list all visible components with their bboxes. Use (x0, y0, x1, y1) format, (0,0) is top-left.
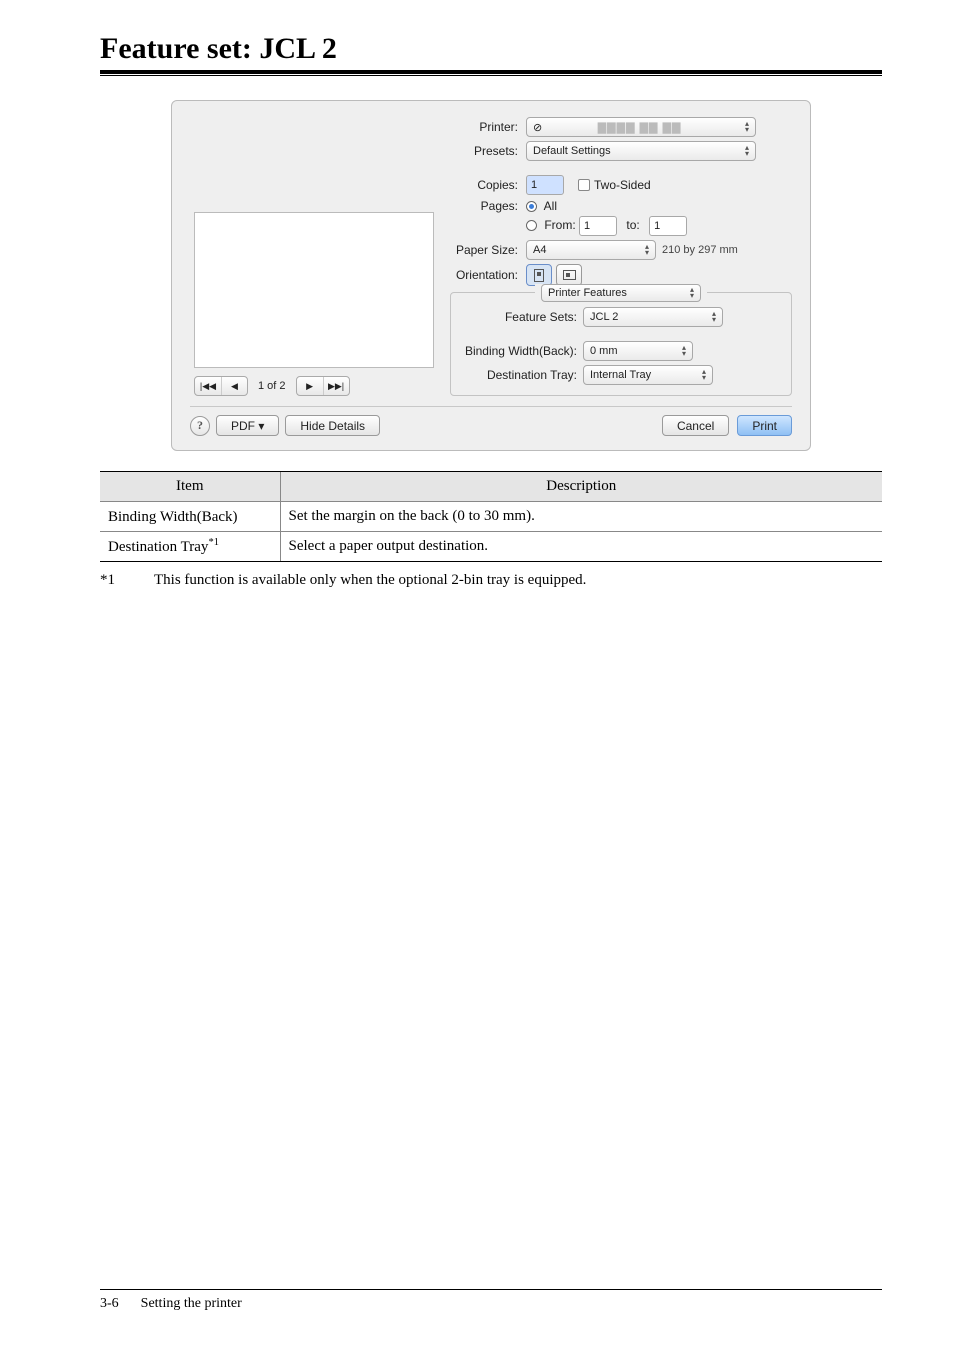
copies-input[interactable]: 1 (526, 175, 564, 195)
footnote: *1 This function is available only when … (100, 572, 882, 589)
pages-all-label: All (544, 199, 557, 213)
pdf-button[interactable]: PDF ▾ (216, 415, 279, 436)
feature-sets-value: JCL 2 (590, 311, 618, 323)
paper-size-select[interactable]: A4 ▴▾ (526, 240, 656, 260)
print-preview (194, 212, 434, 368)
presets-value: Default Settings (533, 145, 611, 157)
orientation-label: Orientation: (450, 268, 526, 282)
table-row: Destination Tray*1 Select a paper output… (100, 532, 882, 562)
to-label: to: (626, 218, 639, 232)
table-item: Binding Width(Back) (108, 509, 238, 525)
table-item-sup: *1 (208, 537, 219, 548)
footer-section: Setting the printer (141, 1296, 242, 1312)
paper-dimensions: 210 by 297 mm (662, 244, 738, 256)
first-page-button[interactable]: |◀◀ (195, 377, 221, 395)
table-header-item: Item (100, 472, 280, 502)
chevron-updown-icon: ▴▾ (682, 345, 686, 357)
last-page-button[interactable]: ▶▶| (323, 377, 349, 395)
chevron-updown-icon: ▴▾ (690, 287, 694, 299)
from-input[interactable]: 1 (579, 216, 617, 236)
orientation-portrait-button[interactable] (526, 264, 552, 286)
cancel-button[interactable]: Cancel (662, 415, 729, 436)
help-button[interactable]: ? (190, 416, 210, 436)
from-label: From: (544, 218, 575, 232)
binding-width-label: Binding Width(Back): (463, 344, 583, 358)
destination-tray-select[interactable]: Internal Tray ▴▾ (583, 365, 713, 385)
pager-text: 1 of 2 (258, 380, 286, 392)
copies-label: Copies: (450, 178, 526, 192)
paper-size-value: A4 (533, 244, 546, 256)
landscape-icon (563, 270, 576, 280)
feature-sets-label: Feature Sets: (463, 310, 583, 324)
hide-details-button[interactable]: Hide Details (285, 415, 380, 436)
printer-label: Printer: (450, 120, 526, 134)
section-select[interactable]: Printer Features ▴▾ (541, 284, 701, 302)
binding-width-select[interactable]: 0 mm ▴▾ (583, 341, 693, 361)
table-desc: Select a paper output destination. (280, 532, 882, 562)
paper-size-label: Paper Size: (450, 243, 526, 257)
page-title: Feature set: JCL 2 (100, 32, 882, 66)
footnote-text: This function is available only when the… (154, 572, 586, 589)
table-desc: Set the margin on the back (0 to 30 mm). (280, 502, 882, 532)
printer-value: ⊘ (533, 121, 542, 134)
preview-pager: |◀◀ ◀ 1 of 2 ▶ ▶▶| (194, 376, 450, 396)
footnote-mark: *1 (100, 572, 130, 589)
table-item: Destination Tray (108, 539, 208, 555)
destination-tray-label: Destination Tray: (463, 368, 583, 382)
destination-tray-value: Internal Tray (590, 369, 651, 381)
printer-features-section: Printer Features ▴▾ Feature Sets: JCL 2 … (450, 292, 792, 396)
table-row: Binding Width(Back) Set the margin on th… (100, 502, 882, 532)
two-sided-checkbox[interactable] (578, 179, 590, 191)
print-dialog: |◀◀ ◀ 1 of 2 ▶ ▶▶| Printer: ⊘ ▇▇▇▇ ▇▇ ▇▇… (171, 100, 811, 451)
printer-select[interactable]: ⊘ ▇▇▇▇ ▇▇ ▇▇ ▴▾ (526, 117, 756, 137)
table-header-desc: Description (280, 472, 882, 502)
chevron-updown-icon: ▴▾ (702, 369, 706, 381)
dialog-separator (190, 406, 792, 407)
binding-width-value: 0 mm (590, 345, 618, 357)
orientation-landscape-button[interactable] (556, 264, 582, 286)
section-value: Printer Features (548, 287, 627, 299)
feature-sets-select[interactable]: JCL 2 ▴▾ (583, 307, 723, 327)
page-footer: 3-6 Setting the printer (100, 1289, 882, 1312)
chevron-updown-icon: ▴▾ (745, 145, 749, 157)
chevron-updown-icon: ▴▾ (712, 311, 716, 323)
pages-range-radio[interactable] (526, 220, 537, 231)
presets-select[interactable]: Default Settings ▴▾ (526, 141, 756, 161)
pages-all-radio[interactable] (526, 201, 537, 212)
portrait-icon (534, 269, 544, 282)
pages-label: Pages: (450, 199, 526, 213)
two-sided-label: Two-Sided (594, 178, 651, 192)
page-number: 3-6 (100, 1296, 119, 1312)
title-rule (100, 70, 882, 76)
to-input[interactable]: 1 (649, 216, 687, 236)
next-page-button[interactable]: ▶ (297, 377, 323, 395)
prev-page-button[interactable]: ◀ (221, 377, 247, 395)
chevron-updown-icon: ▴▾ (745, 121, 749, 133)
chevron-updown-icon: ▴▾ (645, 244, 649, 256)
presets-label: Presets: (450, 144, 526, 158)
description-table: Item Description Binding Width(Back) Set… (100, 471, 882, 562)
print-button[interactable]: Print (737, 415, 792, 436)
